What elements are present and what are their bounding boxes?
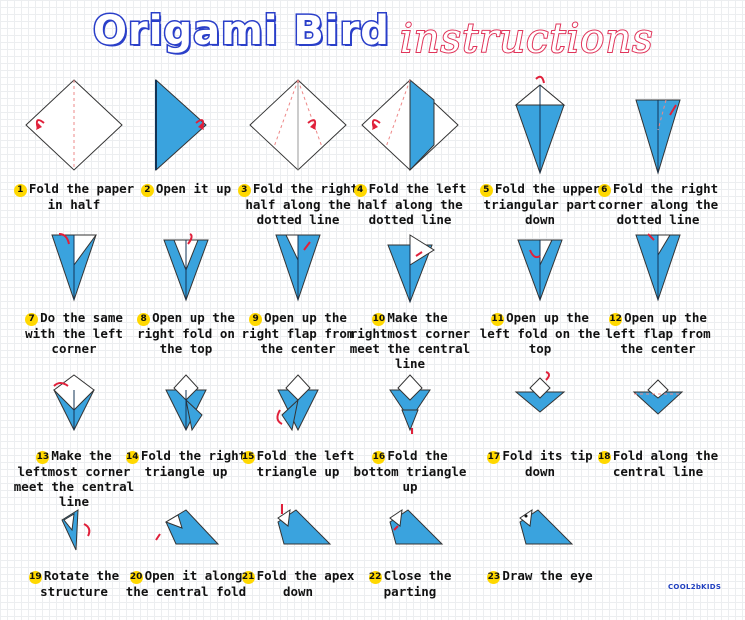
step-6-illustration (635, 99, 681, 175)
step-number-badge: 18 (597, 451, 611, 464)
step-label: Fold the bottom triangle up (353, 448, 467, 494)
step-number-badge: 15 (241, 451, 255, 464)
page-subtitle: instructions (399, 15, 654, 63)
step-12: 12 Open up the left flap from the center (596, 230, 720, 356)
step-2-caption: 2 Open it up (124, 181, 248, 197)
step-number-badge: 16 (372, 451, 386, 464)
step-number-badge: 9 (249, 313, 263, 326)
step-label: Rotate the structure (40, 568, 120, 599)
step-6-caption: 6 Fold the right corner along the dotted … (596, 181, 720, 227)
step-4-illustration (361, 78, 459, 172)
step-2-illustration (155, 78, 207, 172)
step-20-caption: 20 Open it along the central fold (124, 568, 248, 599)
step-11: 11 Open up the left fold on the top (478, 230, 602, 356)
step-number-badge: 7 (25, 313, 39, 326)
step-14-caption: 14 Fold the right triangle up (124, 448, 248, 479)
step-label: Make the rightmost corner meet the centr… (349, 310, 471, 371)
step-6: 6 Fold the right corner along the dotted … (596, 75, 720, 227)
step-22: 22 Close the parting (348, 500, 472, 620)
step-22-caption: 22 Close the parting (348, 568, 472, 599)
step-label: Fold the apex down (256, 568, 355, 599)
step-4: 4 Fold the left half along the dotted lin… (348, 75, 472, 227)
step-number-badge: 19 (28, 571, 42, 584)
step-19: 19 Rotate the structure (12, 500, 136, 620)
step-number-badge: 6 (597, 184, 611, 197)
step-number-badge: 2 (140, 184, 154, 197)
step-23-illustration (519, 508, 574, 545)
step-number-badge: 13 (36, 451, 50, 464)
step-number-badge: 8 (137, 313, 151, 326)
step-9-caption: 9 Open up the right flap from the center (236, 310, 360, 356)
step-number-badge: 10 (372, 313, 386, 326)
step-2: 2 Open it up (124, 75, 248, 197)
step-10: 10 Make the rightmost corner meet the cen… (348, 230, 472, 371)
step-label: Open up the right fold on the top (137, 310, 235, 356)
step-label: Fold the right corner along the dotted l… (597, 181, 719, 227)
step-number-badge: 20 (129, 571, 143, 584)
step-number-badge: 14 (125, 451, 139, 464)
page-title: Origami Bird (92, 7, 391, 56)
step-label: Open it along the central fold (125, 568, 247, 599)
step-17: 17 Fold its tip down (478, 370, 602, 490)
step-16-caption: 16 Fold the bottom triangle up (348, 448, 472, 494)
step-3-illustration (249, 79, 347, 171)
step-15-caption: 15 Fold the left triangle up (236, 448, 360, 479)
step-5: 5 Fold the upper triangular part down (478, 75, 602, 227)
step-number-badge: 12 (609, 313, 623, 326)
step-number-badge: 11 (491, 313, 505, 326)
step-number-badge: 3 (237, 184, 251, 197)
step-1-caption: 1 Fold the paper in half (12, 181, 136, 212)
step-label: Draw the eye (502, 568, 593, 583)
step-number-badge: 17 (487, 451, 501, 464)
step-3: 3 Fold the right half along the dotted li… (236, 75, 360, 227)
step-3-caption: 3 Fold the right half along the dotted li… (236, 181, 360, 227)
step-9: 9 Open up the right flap from the center (236, 230, 360, 356)
step-label: Fold the paper in half (28, 181, 135, 212)
step-8-caption: 8 Open up the right fold on the top (124, 310, 248, 356)
step-number-badge: 22 (368, 571, 382, 584)
step-label: Do the same with the left corner (25, 310, 123, 356)
step-number-badge: 21 (241, 571, 255, 584)
step-16: 16 Fold the bottom triangle up (348, 370, 472, 494)
step-label: Fold the right half along the dotted lin… (245, 181, 359, 227)
page-header: Origami Bird instructions (0, 0, 745, 72)
step-5-caption: 5 Fold the upper triangular part down (478, 181, 602, 227)
step-23-caption: 23 Draw the eye (478, 568, 602, 584)
step-label: Fold the upper triangular part down (483, 181, 601, 227)
step-label: Close the parting (383, 568, 452, 599)
step-19-caption: 19 Rotate the structure (12, 568, 136, 599)
step-10-caption: 10 Make the rightmost corner meet the cen… (348, 310, 472, 371)
step-label: Fold the right triangle up (140, 448, 247, 479)
step-11-caption: 11 Open up the left fold on the top (478, 310, 602, 356)
step-label: Open it up (155, 181, 232, 196)
step-23: 23 Draw the eye (478, 500, 602, 620)
step-8: 8 Open up the right fold on the top (124, 230, 248, 356)
step-13: 13 Make the leftmost corner meet the cent… (12, 370, 136, 509)
step-number-badge: 5 (479, 184, 493, 197)
step-12-caption: 12 Open up the left flap from the center (596, 310, 720, 356)
step-number-badge: 4 (353, 184, 367, 197)
step-1: 1 Fold the paper in half (12, 75, 136, 212)
step-label: Fold along the central line (612, 448, 719, 479)
step-18: 18 Fold along the central line (596, 370, 720, 490)
cool2bkids-logo: COOL2bKIDS (668, 583, 722, 591)
step-7: 7 Do the same with the left corner (12, 230, 136, 356)
step-21: 21 Fold the apex down (236, 500, 360, 620)
step-label: Fold its tip down (502, 448, 593, 479)
step-5-illustration (514, 75, 566, 175)
step-7-caption: 7 Do the same with the left corner (12, 310, 136, 356)
step-label: Fold the left triangle up (256, 448, 355, 479)
step-18-caption: 18 Fold along the central line (596, 448, 720, 479)
step-number-badge: 1 (13, 184, 27, 197)
step-14: 14 Fold the right triangle up (124, 370, 248, 490)
step-21-caption: 21 Fold the apex down (236, 568, 360, 599)
step-15: 15 Fold the left triangle up (236, 370, 360, 490)
step-number-badge: 23 (487, 571, 501, 584)
step-17-caption: 17 Fold its tip down (478, 448, 602, 479)
step-20: 20 Open it along the central fold (124, 500, 248, 620)
step-4-caption: 4 Fold the left half along the dotted lin… (348, 181, 472, 227)
step-label: Fold the left half along the dotted line (357, 181, 467, 227)
step-1-illustration (25, 79, 123, 171)
